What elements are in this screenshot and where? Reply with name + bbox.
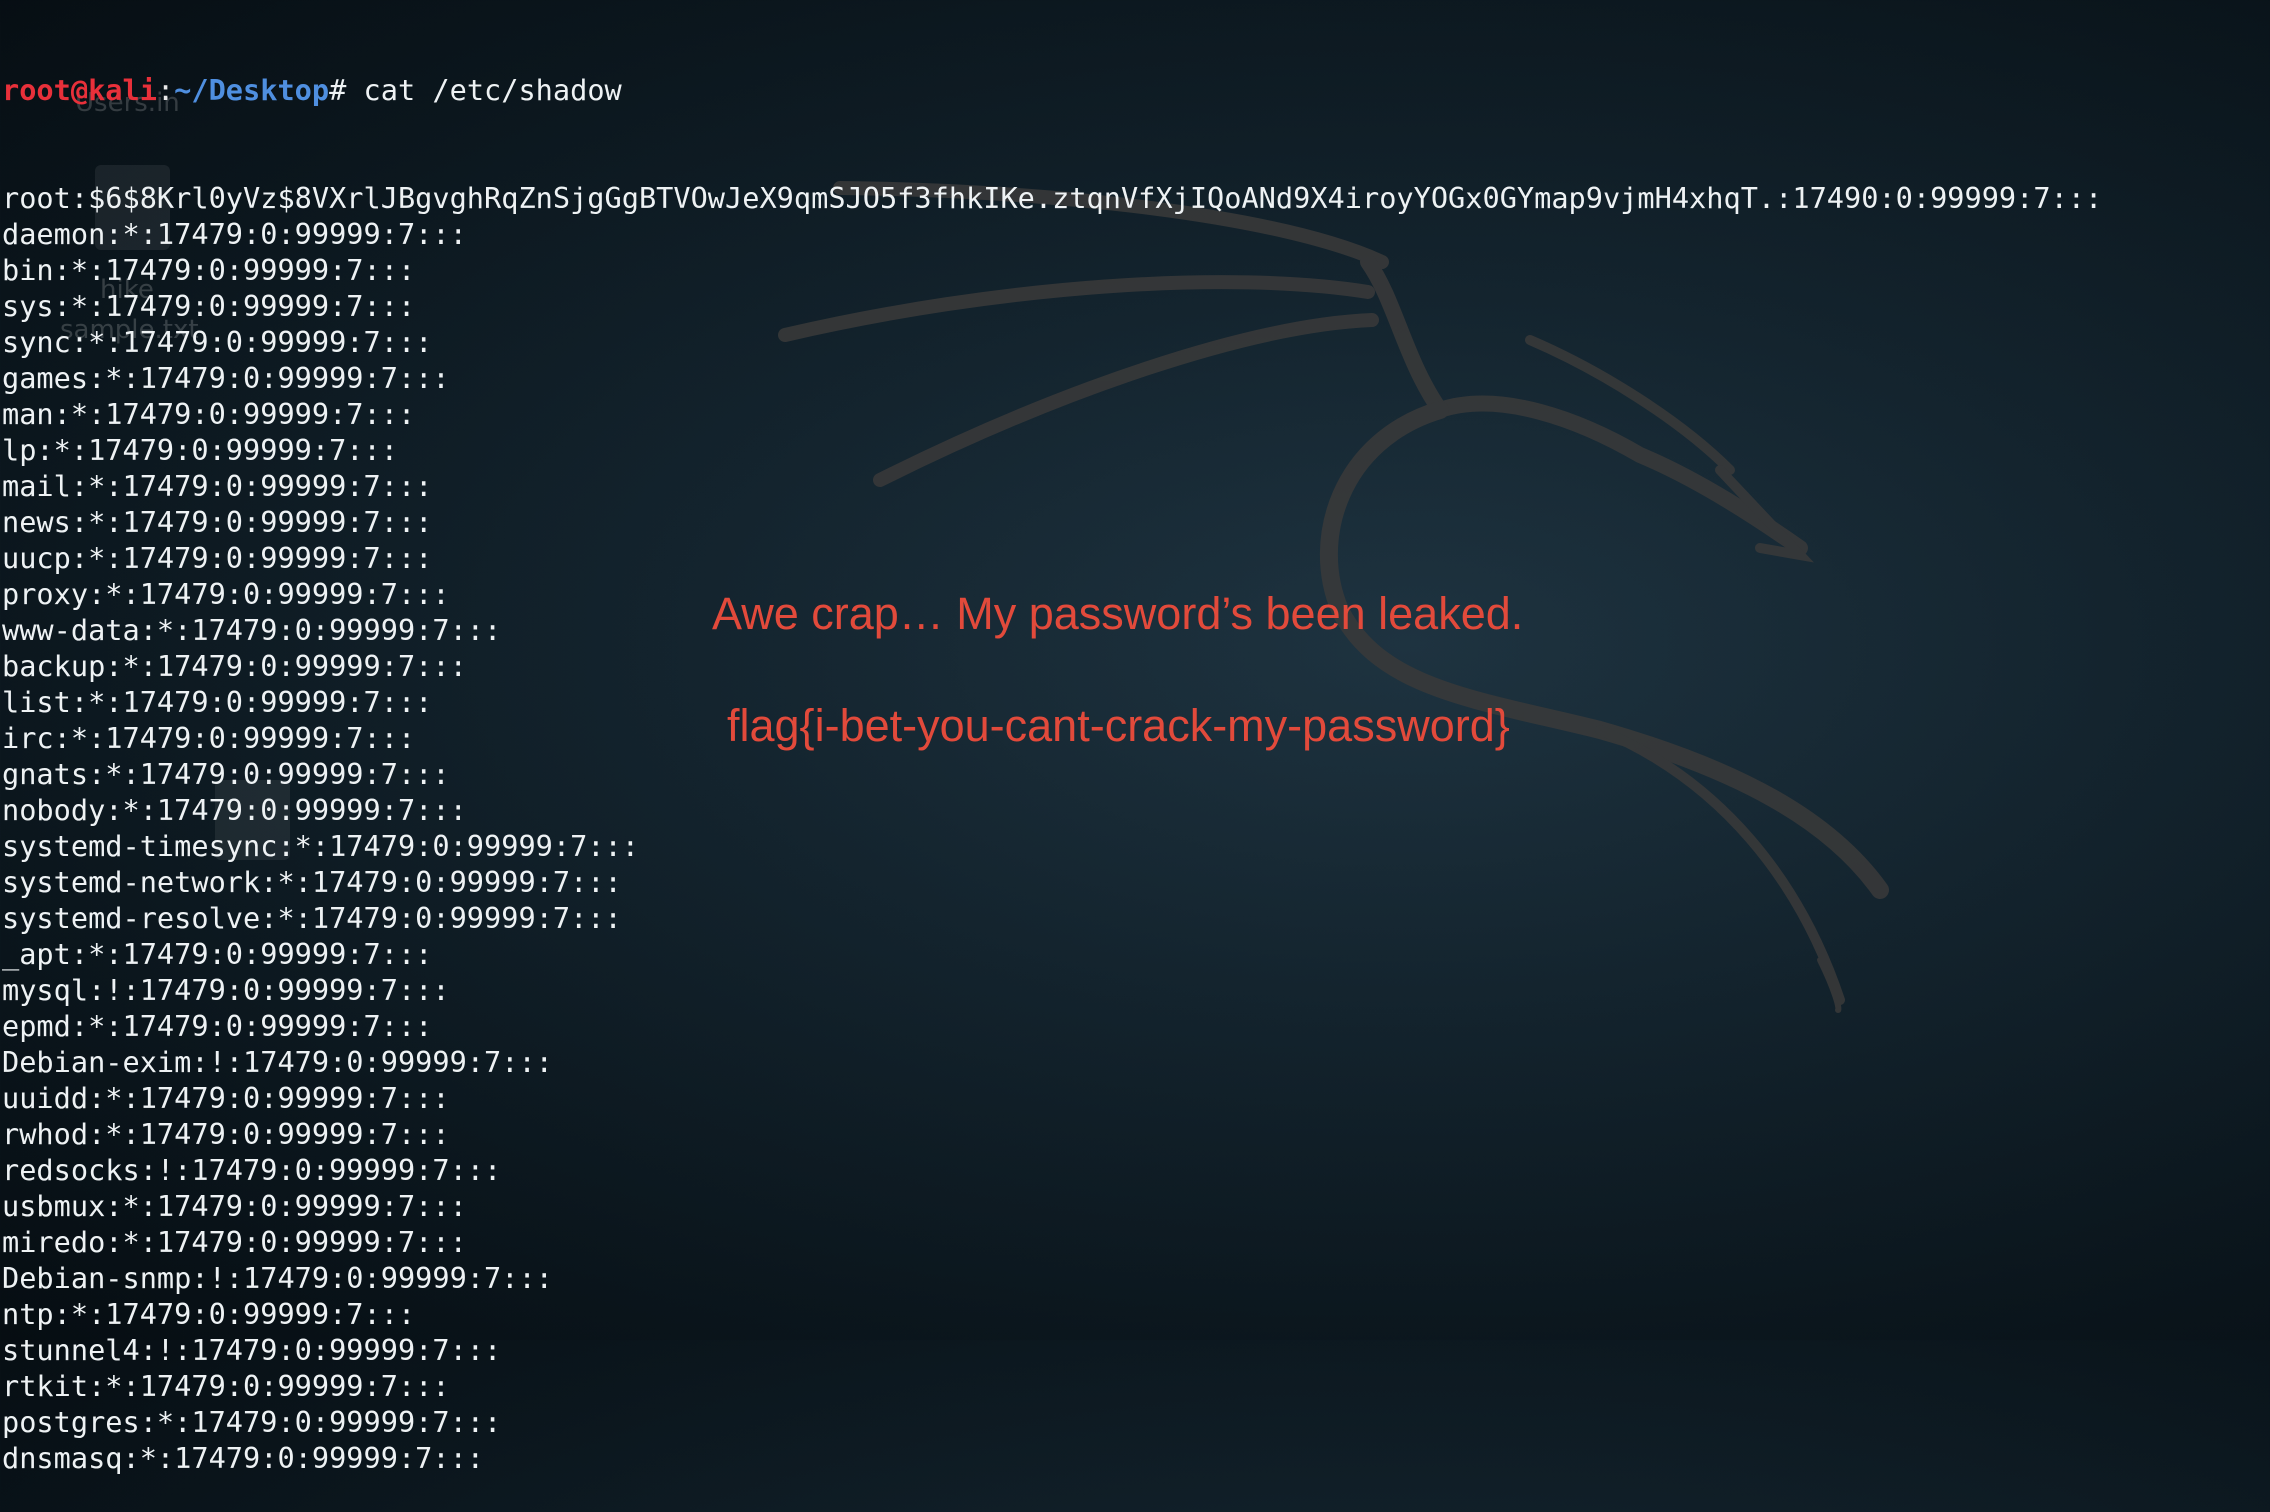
command-text: cat /etc/shadow xyxy=(346,73,622,107)
shadow-entry-line: man:*:17479:0:99999:7::: xyxy=(2,397,416,431)
command-prompt-line: root@kali:~/Desktop# cat /etc/shadow xyxy=(2,72,2262,108)
shadow-entry-line: epmd:*:17479:0:99999:7::: xyxy=(2,1009,433,1043)
shadow-entry-line: systemd-network:*:17479:0:99999:7::: xyxy=(2,865,622,899)
shadow-entry-line: dnsmasq:*:17479:0:99999:7::: xyxy=(2,1441,485,1475)
shadow-entry-line: bin:*:17479:0:99999:7::: xyxy=(2,253,416,287)
shadow-entry-line: root:$6$8Krl0yVz$8VXrlJBgvghRqZnSjgGgBTV… xyxy=(2,181,2103,215)
shadow-entry-line: mysql:!:17479:0:99999:7::: xyxy=(2,973,450,1007)
prompt-user-host: root@kali xyxy=(2,73,157,107)
shadow-entry-line: news:*:17479:0:99999:7::: xyxy=(2,505,433,539)
shadow-entry-line: ntp:*:17479:0:99999:7::: xyxy=(2,1297,416,1331)
leak-message: Awe crap… My password’s been leaked. xyxy=(712,588,1524,639)
shadow-entry-line: Debian-snmp:!:17479:0:99999:7::: xyxy=(2,1261,553,1295)
shadow-entry-line: uuidd:*:17479:0:99999:7::: xyxy=(2,1081,450,1115)
shadow-entry-line: systemd-timesync:*:17479:0:99999:7::: xyxy=(2,829,639,863)
shadow-entry-line: gnats:*:17479:0:99999:7::: xyxy=(2,757,450,791)
shadow-entry-line: rwhod:*:17479:0:99999:7::: xyxy=(2,1117,450,1151)
shadow-entry-line: redsocks:!:17479:0:99999:7::: xyxy=(2,1153,502,1187)
shadow-entry-line: stunnel4:!:17479:0:99999:7::: xyxy=(2,1333,502,1367)
shadow-file-content: root:$6$8Krl0yVz$8VXrlJBgvghRqZnSjgGgBTV… xyxy=(2,180,2262,1476)
shadow-entry-line: mail:*:17479:0:99999:7::: xyxy=(2,469,433,503)
shadow-entry-line: nobody:*:17479:0:99999:7::: xyxy=(2,793,467,827)
shadow-entry-line: sync:*:17479:0:99999:7::: xyxy=(2,325,433,359)
prompt-path: ~/Desktop xyxy=(174,73,330,107)
shadow-entry-line: Debian-exim:!:17479:0:99999:7::: xyxy=(2,1045,553,1079)
shadow-entry-line: systemd-resolve:*:17479:0:99999:7::: xyxy=(2,901,622,935)
terminal-output[interactable]: root@kali:~/Desktop# cat /etc/shadow roo… xyxy=(2,0,2262,1475)
shadow-entry-line: rtkit:*:17479:0:99999:7::: xyxy=(2,1369,450,1403)
shadow-entry-line: miredo:*:17479:0:99999:7::: xyxy=(2,1225,467,1259)
shadow-entry-line: usbmux:*:17479:0:99999:7::: xyxy=(2,1189,467,1223)
shadow-entry-line: _apt:*:17479:0:99999:7::: xyxy=(2,937,433,971)
shadow-entry-line: lp:*:17479:0:99999:7::: xyxy=(2,433,398,467)
shadow-entry-line: uucp:*:17479:0:99999:7::: xyxy=(2,541,433,575)
shadow-entry-line: daemon:*:17479:0:99999:7::: xyxy=(2,217,467,251)
shadow-entry-line: games:*:17479:0:99999:7::: xyxy=(2,361,450,395)
prompt-colon: : xyxy=(156,73,175,107)
shadow-entry-line: postgres:*:17479:0:99999:7::: xyxy=(2,1405,502,1439)
prompt-symbol: # xyxy=(329,73,347,107)
shadow-entry-line: sys:*:17479:0:99999:7::: xyxy=(2,289,416,323)
flag-text: flag{i-bet-you-cant-crack-my-password} xyxy=(727,700,1510,751)
shadow-entry-line: backup:*:17479:0:99999:7::: xyxy=(2,649,467,683)
